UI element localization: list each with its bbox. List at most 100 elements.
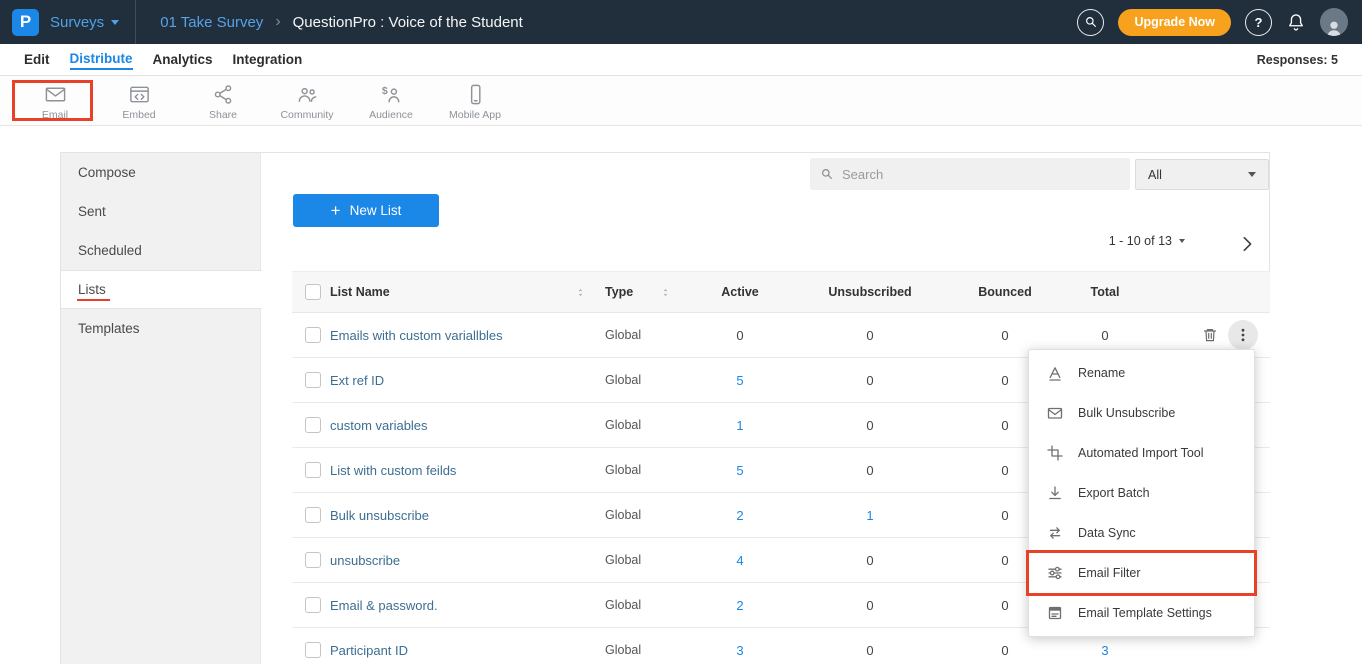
row-checkbox[interactable] xyxy=(305,327,321,343)
list-name-link[interactable]: Bulk unsubscribe xyxy=(330,508,429,523)
unsubscribed-count[interactable]: 0 xyxy=(795,553,945,568)
active-count[interactable]: 2 xyxy=(685,508,795,523)
select-all-checkbox[interactable] xyxy=(305,284,321,300)
nav-tab[interactable]: Distribute xyxy=(70,49,133,70)
list-name-link[interactable]: custom variables xyxy=(330,418,428,433)
channel-item[interactable]: Share xyxy=(181,76,265,126)
search-icon xyxy=(820,167,834,181)
help-button[interactable]: ? xyxy=(1245,9,1272,36)
filter-dropdown[interactable]: All xyxy=(1135,159,1269,190)
list-name-link[interactable]: Ext ref ID xyxy=(330,373,384,388)
unsubscribed-count[interactable]: 0 xyxy=(795,328,945,343)
unsubscribed-count[interactable]: 1 xyxy=(795,508,945,523)
sidebar-item[interactable]: Sent xyxy=(61,192,260,231)
nav-tab[interactable]: Edit xyxy=(24,50,50,69)
delete-list-button[interactable] xyxy=(1202,327,1218,343)
active-count[interactable]: 2 xyxy=(685,598,795,613)
channel-label: Share xyxy=(209,109,237,121)
unsubscribed-count[interactable]: 0 xyxy=(795,373,945,388)
surveys-menu[interactable]: Surveys xyxy=(50,14,119,31)
list-name-link[interactable]: Emails with custom variallbles xyxy=(330,328,503,343)
email-icon xyxy=(44,83,67,106)
sidebar-item[interactable]: Lists xyxy=(61,270,262,309)
context-menu-item[interactable]: Export Batch xyxy=(1029,473,1254,513)
unsubscribed-count[interactable]: 0 xyxy=(795,463,945,478)
question-mark-icon: ? xyxy=(1255,15,1263,30)
list-type: Global xyxy=(600,463,685,477)
community-icon xyxy=(296,83,319,106)
active-count[interactable]: 4 xyxy=(685,553,795,568)
active-count[interactable]: 0 xyxy=(685,328,795,343)
list-name-link[interactable]: Email & password. xyxy=(330,598,438,613)
channel-item[interactable]: Mobile App xyxy=(433,76,517,126)
context-menu-item[interactable]: Automated Import Tool xyxy=(1029,433,1254,473)
list-search-box xyxy=(810,158,1130,190)
active-count[interactable]: 5 xyxy=(685,373,795,388)
row-menu-button[interactable] xyxy=(1228,320,1258,350)
user-avatar[interactable] xyxy=(1320,8,1348,36)
context-menu-item[interactable]: Email Filter xyxy=(1029,553,1254,593)
trash-icon xyxy=(1202,327,1218,343)
next-page-button[interactable] xyxy=(1232,229,1262,259)
bounced-count[interactable]: 0 xyxy=(945,328,1065,343)
channel-item[interactable]: Community xyxy=(265,76,349,126)
total-count[interactable]: 3 xyxy=(1065,643,1145,658)
active-count[interactable]: 3 xyxy=(685,643,795,658)
sidebar-item[interactable]: Compose xyxy=(61,153,260,192)
context-menu-item[interactable]: Bulk Unsubscribe xyxy=(1029,393,1254,433)
responses-count: Responses: 5 xyxy=(1257,53,1338,67)
context-menu-item[interactable]: Data Sync xyxy=(1029,513,1254,553)
column-total: Total xyxy=(1065,285,1145,299)
list-type: Global xyxy=(600,328,685,342)
new-list-button[interactable]: + New List xyxy=(293,194,439,227)
breadcrumb-survey-link[interactable]: 01 Take Survey xyxy=(160,14,263,31)
sort-icon[interactable] xyxy=(660,286,671,299)
notifications-button[interactable] xyxy=(1286,12,1306,32)
channel-item[interactable]: Embed xyxy=(97,76,181,126)
channel-item[interactable]: Email xyxy=(13,76,97,126)
share-icon xyxy=(212,83,235,106)
app-root: P Surveys 01 Take Survey › QuestionPro :… xyxy=(0,0,1362,664)
channel-label: Community xyxy=(280,109,333,121)
context-menu-item[interactable]: Rename xyxy=(1029,353,1254,393)
email-template-settings-icon xyxy=(1047,605,1063,621)
unsubscribed-count[interactable]: 0 xyxy=(795,643,945,658)
total-count[interactable]: 0 xyxy=(1065,328,1145,343)
pagination[interactable]: 1 - 10 of 13 xyxy=(1020,234,1185,248)
row-checkbox[interactable] xyxy=(305,597,321,613)
sort-icon[interactable] xyxy=(575,286,586,299)
unsubscribed-count[interactable]: 0 xyxy=(795,598,945,613)
row-checkbox[interactable] xyxy=(305,372,321,388)
list-name-link[interactable]: Participant ID xyxy=(330,643,408,658)
nav-tab[interactable]: Integration xyxy=(233,50,303,69)
nav-tab[interactable]: Analytics xyxy=(153,50,213,69)
active-count[interactable]: 5 xyxy=(685,463,795,478)
unsubscribed-count[interactable]: 0 xyxy=(795,418,945,433)
context-menu-item[interactable]: Email Template Settings xyxy=(1029,593,1254,633)
column-list-name[interactable]: List Name xyxy=(330,285,390,299)
row-checkbox[interactable] xyxy=(305,462,321,478)
surveys-label: Surveys xyxy=(50,14,104,31)
survey-title: QuestionPro : Voice of the Student xyxy=(293,14,523,31)
list-name-link[interactable]: unsubscribe xyxy=(330,553,400,568)
new-list-label: New List xyxy=(350,203,402,218)
global-search-button[interactable] xyxy=(1077,9,1104,36)
sidebar-item[interactable]: Templates xyxy=(61,309,260,348)
search-input[interactable] xyxy=(842,167,1120,182)
list-name-link[interactable]: List with custom feilds xyxy=(330,463,456,478)
sidebar-item-label: Compose xyxy=(78,165,136,180)
questionpro-logo[interactable]: P xyxy=(12,9,39,36)
bounced-count[interactable]: 0 xyxy=(945,643,1065,658)
topbar: P Surveys 01 Take Survey › QuestionPro :… xyxy=(0,0,1362,44)
active-count[interactable]: 1 xyxy=(685,418,795,433)
row-checkbox[interactable] xyxy=(305,642,321,658)
pagination-label: 1 - 10 of 13 xyxy=(1109,234,1172,248)
row-checkbox[interactable] xyxy=(305,417,321,433)
upgrade-button[interactable]: Upgrade Now xyxy=(1118,9,1231,36)
chevron-down-icon xyxy=(1179,239,1185,243)
row-checkbox[interactable] xyxy=(305,507,321,523)
channel-item[interactable]: Audience xyxy=(349,76,433,126)
sidebar-item[interactable]: Scheduled xyxy=(61,231,260,270)
column-type[interactable]: Type xyxy=(605,285,633,299)
row-checkbox[interactable] xyxy=(305,552,321,568)
